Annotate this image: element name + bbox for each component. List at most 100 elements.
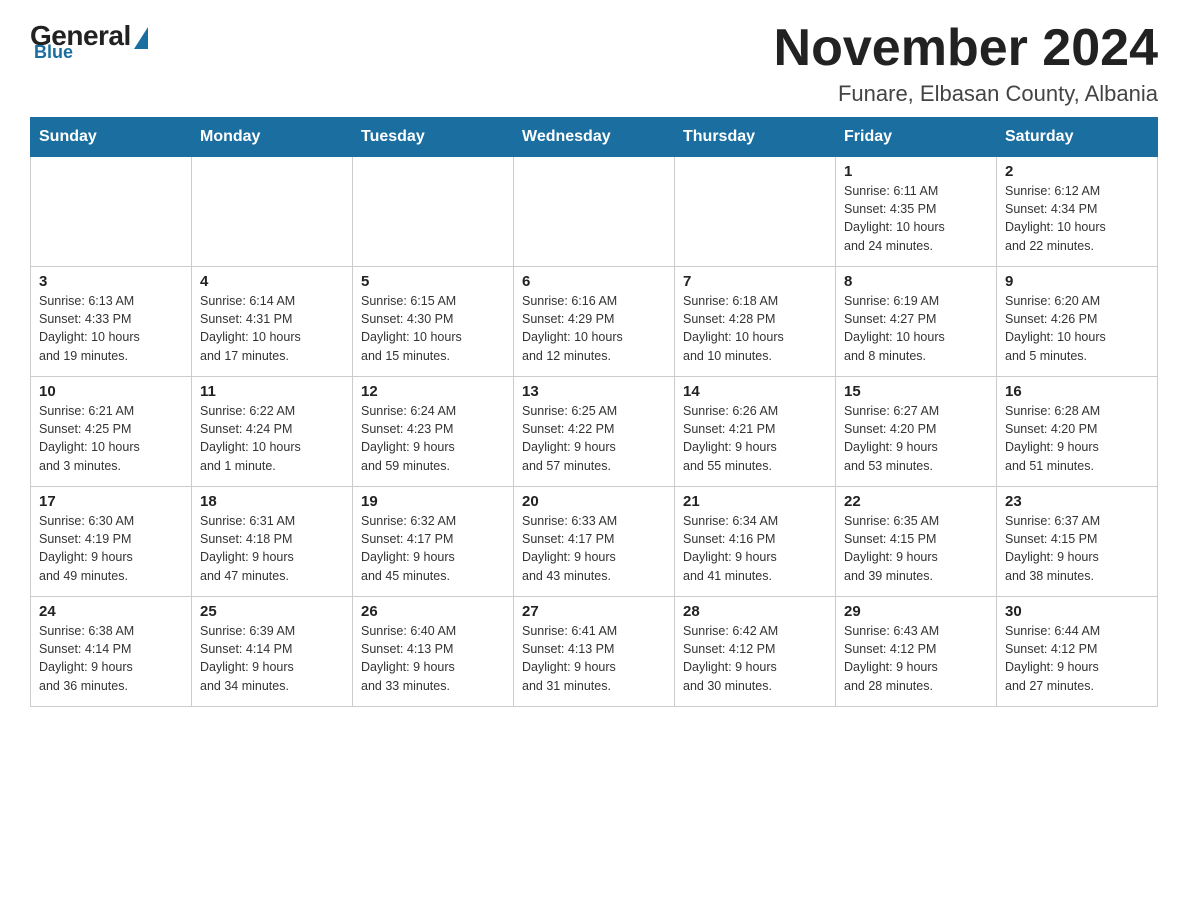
day-info: Sunrise: 6:18 AM Sunset: 4:28 PM Dayligh… xyxy=(683,292,827,365)
day-number: 26 xyxy=(361,603,505,620)
day-info: Sunrise: 6:19 AM Sunset: 4:27 PM Dayligh… xyxy=(844,292,988,365)
day-info: Sunrise: 6:13 AM Sunset: 4:33 PM Dayligh… xyxy=(39,292,183,365)
day-info: Sunrise: 6:35 AM Sunset: 4:15 PM Dayligh… xyxy=(844,512,988,585)
calendar-cell: 7 Sunrise: 6:18 AM Sunset: 4:28 PM Daylig… xyxy=(675,267,836,377)
day-info: Sunrise: 6:21 AM Sunset: 4:25 PM Dayligh… xyxy=(39,402,183,475)
day-number: 1 xyxy=(844,163,988,180)
calendar-cell: 6 Sunrise: 6:16 AM Sunset: 4:29 PM Daylig… xyxy=(514,267,675,377)
page-header: General Blue November 2024 Funare, Elbas… xyxy=(30,20,1158,107)
calendar-cell: 17 Sunrise: 6:30 AM Sunset: 4:19 PM Dayli… xyxy=(31,487,192,597)
day-info: Sunrise: 6:33 AM Sunset: 4:17 PM Dayligh… xyxy=(522,512,666,585)
calendar-header-wednesday: Wednesday xyxy=(514,118,675,157)
calendar-header-saturday: Saturday xyxy=(997,118,1158,157)
calendar-cell xyxy=(514,157,675,267)
calendar-cell: 27Sunrise: 6:41 AM Sunset: 4:13 PM Dayli… xyxy=(514,597,675,707)
calendar-cell: 14 Sunrise: 6:26 AM Sunset: 4:21 PM Dayli… xyxy=(675,377,836,487)
day-info: Sunrise: 6:40 AM Sunset: 4:13 PM Dayligh… xyxy=(361,622,505,695)
day-number: 5 xyxy=(361,273,505,290)
calendar-header-tuesday: Tuesday xyxy=(353,118,514,157)
day-number: 29 xyxy=(844,603,988,620)
day-number: 8 xyxy=(844,273,988,290)
calendar-cell xyxy=(353,157,514,267)
day-number: 14 xyxy=(683,383,827,400)
calendar-cell: 23Sunrise: 6:37 AM Sunset: 4:15 PM Dayli… xyxy=(997,487,1158,597)
day-info: Sunrise: 6:34 AM Sunset: 4:16 PM Dayligh… xyxy=(683,512,827,585)
day-number: 10 xyxy=(39,383,183,400)
day-number: 21 xyxy=(683,493,827,510)
day-info: Sunrise: 6:42 AM Sunset: 4:12 PM Dayligh… xyxy=(683,622,827,695)
month-title: November 2024 xyxy=(774,20,1158,77)
day-info: Sunrise: 6:24 AM Sunset: 4:23 PM Dayligh… xyxy=(361,402,505,475)
day-number: 22 xyxy=(844,493,988,510)
day-info: Sunrise: 6:32 AM Sunset: 4:17 PM Dayligh… xyxy=(361,512,505,585)
day-info: Sunrise: 6:39 AM Sunset: 4:14 PM Dayligh… xyxy=(200,622,344,695)
day-info: Sunrise: 6:43 AM Sunset: 4:12 PM Dayligh… xyxy=(844,622,988,695)
day-number: 17 xyxy=(39,493,183,510)
day-info: Sunrise: 6:11 AM Sunset: 4:35 PM Dayligh… xyxy=(844,182,988,255)
calendar-cell xyxy=(31,157,192,267)
day-info: Sunrise: 6:16 AM Sunset: 4:29 PM Dayligh… xyxy=(522,292,666,365)
day-number: 2 xyxy=(1005,163,1149,180)
logo: General Blue xyxy=(30,20,148,63)
calendar-cell: 4 Sunrise: 6:14 AM Sunset: 4:31 PM Daylig… xyxy=(192,267,353,377)
calendar-cell: 24 Sunrise: 6:38 AM Sunset: 4:14 PM Dayli… xyxy=(31,597,192,707)
day-number: 28 xyxy=(683,603,827,620)
day-number: 24 xyxy=(39,603,183,620)
calendar-cell: 19 Sunrise: 6:32 AM Sunset: 4:17 PM Dayli… xyxy=(353,487,514,597)
day-info: Sunrise: 6:28 AM Sunset: 4:20 PM Dayligh… xyxy=(1005,402,1149,475)
calendar-week-row: 17 Sunrise: 6:30 AM Sunset: 4:19 PM Dayli… xyxy=(31,487,1158,597)
calendar-header-monday: Monday xyxy=(192,118,353,157)
calendar-header-row: SundayMondayTuesdayWednesdayThursdayFrid… xyxy=(31,118,1158,157)
calendar-cell: 5 Sunrise: 6:15 AM Sunset: 4:30 PM Daylig… xyxy=(353,267,514,377)
day-info: Sunrise: 6:25 AM Sunset: 4:22 PM Dayligh… xyxy=(522,402,666,475)
calendar-cell xyxy=(675,157,836,267)
day-info: Sunrise: 6:27 AM Sunset: 4:20 PM Dayligh… xyxy=(844,402,988,475)
calendar-cell: 2 Sunrise: 6:12 AM Sunset: 4:34 PM Daylig… xyxy=(997,157,1158,267)
calendar-cell: 26 Sunrise: 6:40 AM Sunset: 4:13 PM Dayli… xyxy=(353,597,514,707)
calendar-cell: 22 Sunrise: 6:35 AM Sunset: 4:15 PM Dayli… xyxy=(836,487,997,597)
day-number: 19 xyxy=(361,493,505,510)
day-info: Sunrise: 6:41 AM Sunset: 4:13 PM Dayligh… xyxy=(522,622,666,695)
calendar-cell: 28 Sunrise: 6:42 AM Sunset: 4:12 PM Dayli… xyxy=(675,597,836,707)
calendar-cell: 25 Sunrise: 6:39 AM Sunset: 4:14 PM Dayli… xyxy=(192,597,353,707)
calendar-header-friday: Friday xyxy=(836,118,997,157)
calendar-cell: 9 Sunrise: 6:20 AM Sunset: 4:26 PM Daylig… xyxy=(997,267,1158,377)
day-info: Sunrise: 6:14 AM Sunset: 4:31 PM Dayligh… xyxy=(200,292,344,365)
day-info: Sunrise: 6:38 AM Sunset: 4:14 PM Dayligh… xyxy=(39,622,183,695)
day-number: 13 xyxy=(522,383,666,400)
calendar-cell: 13 Sunrise: 6:25 AM Sunset: 4:22 PM Dayli… xyxy=(514,377,675,487)
calendar-week-row: 24 Sunrise: 6:38 AM Sunset: 4:14 PM Dayli… xyxy=(31,597,1158,707)
day-number: 3 xyxy=(39,273,183,290)
day-info: Sunrise: 6:20 AM Sunset: 4:26 PM Dayligh… xyxy=(1005,292,1149,365)
calendar-cell: 12 Sunrise: 6:24 AM Sunset: 4:23 PM Dayli… xyxy=(353,377,514,487)
day-info: Sunrise: 6:15 AM Sunset: 4:30 PM Dayligh… xyxy=(361,292,505,365)
calendar-header-thursday: Thursday xyxy=(675,118,836,157)
day-number: 9 xyxy=(1005,273,1149,290)
calendar-week-row: 10 Sunrise: 6:21 AM Sunset: 4:25 PM Dayli… xyxy=(31,377,1158,487)
day-info: Sunrise: 6:12 AM Sunset: 4:34 PM Dayligh… xyxy=(1005,182,1149,255)
day-info: Sunrise: 6:30 AM Sunset: 4:19 PM Dayligh… xyxy=(39,512,183,585)
calendar-table: SundayMondayTuesdayWednesdayThursdayFrid… xyxy=(30,117,1158,707)
day-number: 20 xyxy=(522,493,666,510)
calendar-cell: 30Sunrise: 6:44 AM Sunset: 4:12 PM Dayli… xyxy=(997,597,1158,707)
calendar-cell: 15 Sunrise: 6:27 AM Sunset: 4:20 PM Dayli… xyxy=(836,377,997,487)
calendar-cell: 10 Sunrise: 6:21 AM Sunset: 4:25 PM Dayli… xyxy=(31,377,192,487)
day-number: 12 xyxy=(361,383,505,400)
calendar-week-row: 1 Sunrise: 6:11 AM Sunset: 4:35 PM Daylig… xyxy=(31,157,1158,267)
day-info: Sunrise: 6:31 AM Sunset: 4:18 PM Dayligh… xyxy=(200,512,344,585)
day-info: Sunrise: 6:26 AM Sunset: 4:21 PM Dayligh… xyxy=(683,402,827,475)
day-number: 4 xyxy=(200,273,344,290)
day-number: 6 xyxy=(522,273,666,290)
calendar-cell: 3 Sunrise: 6:13 AM Sunset: 4:33 PM Daylig… xyxy=(31,267,192,377)
day-number: 15 xyxy=(844,383,988,400)
calendar-cell: 8 Sunrise: 6:19 AM Sunset: 4:27 PM Daylig… xyxy=(836,267,997,377)
calendar-cell: 1 Sunrise: 6:11 AM Sunset: 4:35 PM Daylig… xyxy=(836,157,997,267)
day-number: 16 xyxy=(1005,383,1149,400)
day-number: 18 xyxy=(200,493,344,510)
calendar-header-sunday: Sunday xyxy=(31,118,192,157)
calendar-cell: 18 Sunrise: 6:31 AM Sunset: 4:18 PM Dayli… xyxy=(192,487,353,597)
day-number: 7 xyxy=(683,273,827,290)
day-number: 25 xyxy=(200,603,344,620)
day-number: 23 xyxy=(1005,493,1149,510)
calendar-cell: 29 Sunrise: 6:43 AM Sunset: 4:12 PM Dayli… xyxy=(836,597,997,707)
